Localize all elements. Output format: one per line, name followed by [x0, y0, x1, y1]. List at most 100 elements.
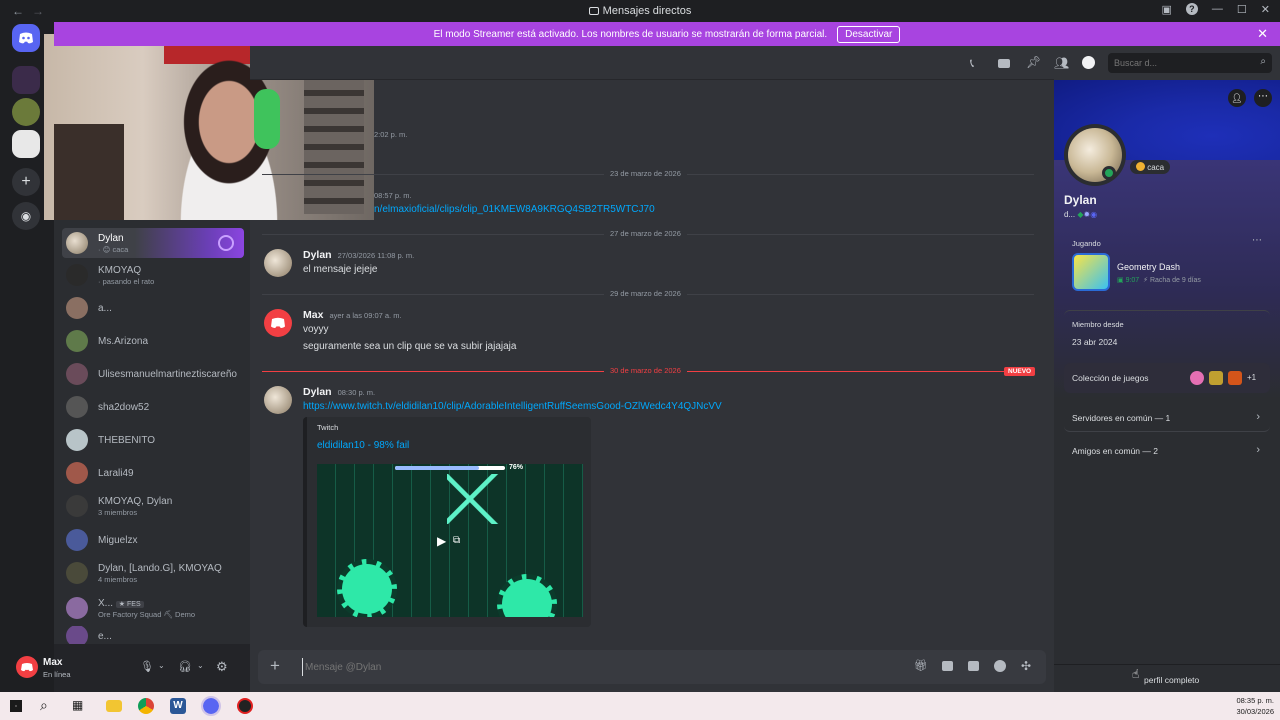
dm-item[interactable]: Ms.Arizona [62, 326, 244, 356]
dm-item[interactable]: THEBENITO [62, 425, 244, 455]
chevron-right-icon: › [1256, 444, 1260, 456]
date-divider-label: 27 de marzo de 2026 [604, 229, 687, 238]
partial-timestamp: 2:02 p. m. [374, 130, 408, 139]
avatar[interactable] [264, 249, 292, 277]
settings-gear-icon[interactable]: ⚙ [216, 659, 228, 675]
message-input-bar: + 🎁︎ ✣ [258, 650, 1046, 684]
file-explorer-icon[interactable] [106, 700, 122, 712]
add-server-icon[interactable]: + [12, 168, 40, 196]
add-friends-icon[interactable]: 👥︎ [1054, 56, 1069, 70]
dm-item-group[interactable]: Dylan, [Lando.G], KMOYAQ 4 miembros [62, 558, 244, 588]
avatar [66, 297, 88, 319]
link-embed[interactable]: Twitch eldidilan10 - 98% fail 76% ▶ ⧉ [303, 417, 591, 627]
headphones-icon[interactable]: 🎧︎ [178, 660, 192, 673]
deactivate-button[interactable]: Desactivar [837, 25, 901, 43]
obs-icon[interactable] [237, 698, 253, 714]
search-field[interactable] [1108, 53, 1248, 73]
explore-icon[interactable]: ◉ [12, 202, 40, 230]
banner-text: El modo Streamer está activado. Los nomb… [433, 28, 828, 40]
dm-item[interactable]: e... [62, 626, 244, 646]
dm-item-group[interactable]: KMOYAQ, Dylan 3 miembros [62, 491, 244, 521]
apps-icon[interactable]: ✣ [1021, 659, 1031, 673]
chevron-down-icon[interactable]: ⌄ [158, 661, 165, 670]
message-author[interactable]: Dylan 08:30 p. m. [303, 386, 375, 398]
help-icon[interactable]: ? [1185, 3, 1198, 15]
profile-avatar[interactable] [1064, 124, 1126, 186]
chevron-right-icon: › [1256, 411, 1260, 423]
gif-icon[interactable] [942, 661, 953, 671]
profile-handle: d... ◆✹◉ [1064, 210, 1098, 219]
close-window-button[interactable]: ✕ [1261, 3, 1270, 16]
game-collection-card[interactable]: Colección de juegos +1 [1064, 363, 1270, 393]
mutual-friends-row[interactable]: Amigos en común — 2 › [1064, 437, 1270, 465]
title-bar: ← → Mensajes directos ▣ ? — ☐ ✕ [0, 0, 1280, 22]
emoji-icon[interactable] [994, 660, 1006, 672]
avatar [66, 330, 88, 352]
maximize-button[interactable]: ☐ [1237, 3, 1247, 16]
view-full-profile-button[interactable]: ☝ perfil completo [1054, 664, 1280, 692]
webcam-headphone [254, 89, 280, 149]
embed-video-thumbnail[interactable]: 76% ▶ ⧉ [317, 464, 583, 617]
server-icon-sketch[interactable] [12, 130, 40, 158]
server-icon-shrek[interactable] [12, 98, 40, 126]
group-avatar [66, 495, 88, 517]
partial-timestamp: 08:57 p. m. [374, 191, 412, 200]
chrome-icon[interactable] [138, 698, 154, 714]
new-divider-label: 30 de marzo de 2026 [604, 366, 687, 375]
microphone-icon[interactable]: 🎙︎ [140, 660, 154, 673]
dm-item-dylan[interactable]: Dylan · 😊 caca [62, 228, 244, 258]
dm-item-kmoyaq[interactable]: KMOYAQ · pasando el rato [62, 260, 244, 290]
dm-item[interactable]: Miguelzx [62, 525, 244, 555]
sticker-icon[interactable] [968, 661, 979, 671]
inbox-tray-icon[interactable]: ▣ [1162, 3, 1172, 16]
avatar [66, 626, 88, 646]
inbox-icon [588, 7, 599, 15]
voice-call-icon[interactable]: 📞︎ [970, 56, 974, 71]
minimize-button[interactable]: — [1212, 3, 1223, 16]
close-icon[interactable]: ✕ [1257, 26, 1268, 42]
user-avatar-icon[interactable] [16, 656, 38, 678]
pin-icon[interactable]: 📌︎ [1026, 55, 1041, 69]
server-icon-hub[interactable] [12, 66, 40, 94]
game-icon [1072, 253, 1110, 291]
user-profile-icon[interactable] [1082, 56, 1095, 69]
avatar[interactable] [264, 386, 292, 414]
date-divider-label: 29 de marzo de 2026 [604, 289, 687, 298]
game-name: Geometry Dash [1117, 262, 1181, 272]
dm-item[interactable]: Larali49 [62, 458, 244, 488]
dm-item[interactable]: X... ★ FES Ore Factory Squad ⛏ Demo [62, 593, 244, 623]
message-author[interactable]: Max ayer a las 09:07 a. m. [303, 309, 402, 321]
search-input[interactable]: ⌕ [1108, 53, 1272, 73]
open-external-icon[interactable]: ⧉ [453, 535, 460, 546]
taskbar-date: 30/03/2026 [1236, 707, 1274, 716]
add-attachment-icon[interactable]: + [270, 656, 280, 676]
search-icon[interactable]: ⌕ [40, 697, 56, 713]
task-view-icon[interactable]: ▦ [72, 698, 88, 714]
more-options-icon[interactable]: ⋯ [1254, 89, 1272, 107]
message-author[interactable]: Dylan 27/03/2026 11:08 p. m. [303, 249, 414, 261]
word-icon[interactable]: W [170, 698, 186, 714]
game-collection-label: Colección de juegos [1072, 373, 1149, 383]
dm-item[interactable]: a... [62, 293, 244, 323]
windows-start-icon[interactable] [10, 700, 22, 712]
message-link[interactable]: n/elmaxioficial/clips/clip_01KMEW8A9KRGQ… [374, 204, 655, 215]
chevron-down-icon[interactable]: ⌄ [197, 661, 204, 670]
mutual-servers-row[interactable]: Servidores en común — 1 › [1064, 404, 1270, 432]
more-options-icon[interactable]: ⋯ [1252, 235, 1262, 246]
gift-icon[interactable]: 🎁︎ [914, 659, 928, 672]
discord-taskbar-icon[interactable] [201, 696, 221, 716]
play-icon[interactable]: ▶ [437, 534, 446, 548]
dm-item[interactable]: sha2dow52 [62, 392, 244, 422]
avatar [66, 429, 88, 451]
member-since-date: 23 abr 2024 [1072, 337, 1118, 347]
video-call-icon[interactable] [998, 59, 1010, 68]
message-link[interactable]: https://www.twitch.tv/eldidilan10/clip/A… [303, 401, 722, 412]
message-input[interactable] [302, 658, 862, 676]
discord-home-icon[interactable] [12, 24, 40, 52]
dm-item[interactable]: Ulisesmanuelmartineztiscareño [62, 359, 244, 389]
add-friend-icon[interactable]: 👤︎ [1228, 89, 1246, 107]
avatar[interactable] [264, 309, 292, 337]
embed-title[interactable]: eldidilan10 - 98% fail [317, 440, 409, 451]
badge-icon: ◉ [1090, 210, 1098, 219]
progress-bar [395, 466, 505, 470]
